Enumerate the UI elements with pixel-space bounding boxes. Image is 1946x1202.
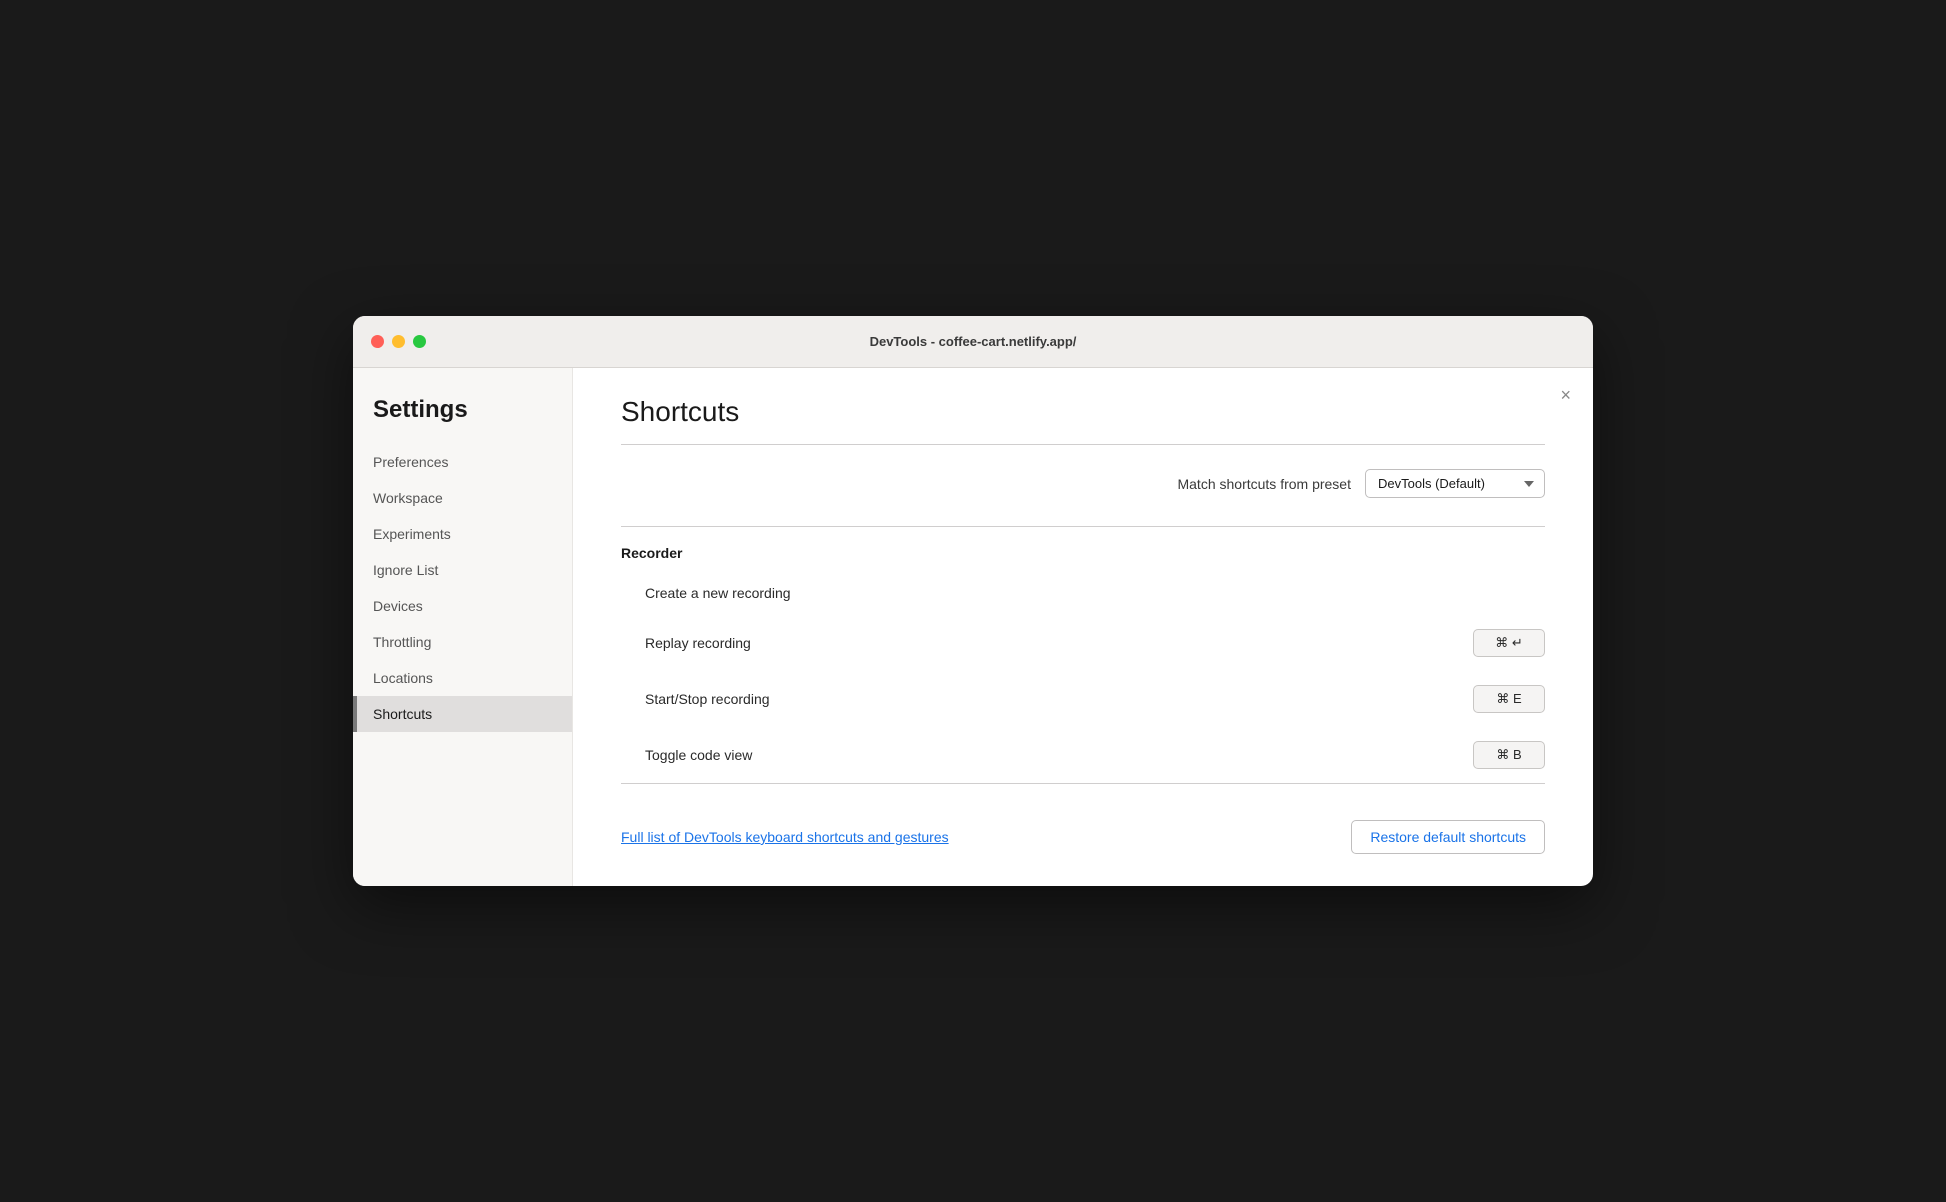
main-content: × Shortcuts Match shortcuts from preset … <box>573 368 1593 886</box>
shortcut-row-start-stop: Start/Stop recording ⌘ E <box>621 671 1545 727</box>
window-controls <box>371 335 426 348</box>
shortcut-name-new-recording: Create a new recording <box>645 585 1545 601</box>
sidebar-heading: Settings <box>353 396 572 444</box>
sidebar-item-locations[interactable]: Locations <box>353 660 572 696</box>
shortcut-name-replay-recording: Replay recording <box>645 635 1473 651</box>
sidebar: Settings Preferences Workspace Experimen… <box>353 368 573 886</box>
sidebar-item-workspace[interactable]: Workspace <box>353 480 572 516</box>
shortcut-row-new-recording: Create a new recording <box>621 571 1545 615</box>
window-title: DevTools - coffee-cart.netlify.app/ <box>870 334 1077 349</box>
titlebar: DevTools - coffee-cart.netlify.app/ <box>353 316 1593 368</box>
sidebar-item-preferences[interactable]: Preferences <box>353 444 572 480</box>
recorder-section: Recorder Create a new recording Replay r… <box>621 526 1545 784</box>
preset-select[interactable]: DevTools (Default) Visual Studio Code <box>1365 469 1545 498</box>
close-button[interactable] <box>371 335 384 348</box>
sidebar-item-experiments[interactable]: Experiments <box>353 516 572 552</box>
page-title: Shortcuts <box>621 396 1545 428</box>
sidebar-item-ignore-list[interactable]: Ignore List <box>353 552 572 588</box>
sidebar-item-throttling[interactable]: Throttling <box>353 624 572 660</box>
shortcut-key-replay-recording: ⌘ ↵ <box>1473 629 1545 657</box>
sidebar-item-shortcuts[interactable]: Shortcuts <box>353 696 572 732</box>
shortcut-name-toggle-code-view: Toggle code view <box>645 747 1473 763</box>
main-inner: Shortcuts Match shortcuts from preset De… <box>573 368 1593 886</box>
shortcut-key-start-stop: ⌘ E <box>1473 685 1545 713</box>
shortcut-row-replay-recording: Replay recording ⌘ ↵ <box>621 615 1545 671</box>
shortcut-name-start-stop: Start/Stop recording <box>645 691 1473 707</box>
full-list-link[interactable]: Full list of DevTools keyboard shortcuts… <box>621 829 949 845</box>
footer-row: Full list of DevTools keyboard shortcuts… <box>621 812 1545 854</box>
preset-row: Match shortcuts from preset DevTools (De… <box>621 469 1545 498</box>
dialog-close-button[interactable]: × <box>1560 386 1571 404</box>
shortcut-key-toggle-code-view: ⌘ B <box>1473 741 1545 769</box>
title-divider <box>621 444 1545 445</box>
shortcut-row-toggle-code-view: Toggle code view ⌘ B <box>621 727 1545 783</box>
window-body: Settings Preferences Workspace Experimen… <box>353 368 1593 886</box>
minimize-button[interactable] <box>392 335 405 348</box>
devtools-window: DevTools - coffee-cart.netlify.app/ Sett… <box>353 316 1593 886</box>
restore-defaults-button[interactable]: Restore default shortcuts <box>1351 820 1545 854</box>
recorder-section-header: Recorder <box>621 527 1545 571</box>
maximize-button[interactable] <box>413 335 426 348</box>
preset-label: Match shortcuts from preset <box>1177 476 1351 492</box>
sidebar-item-devices[interactable]: Devices <box>353 588 572 624</box>
